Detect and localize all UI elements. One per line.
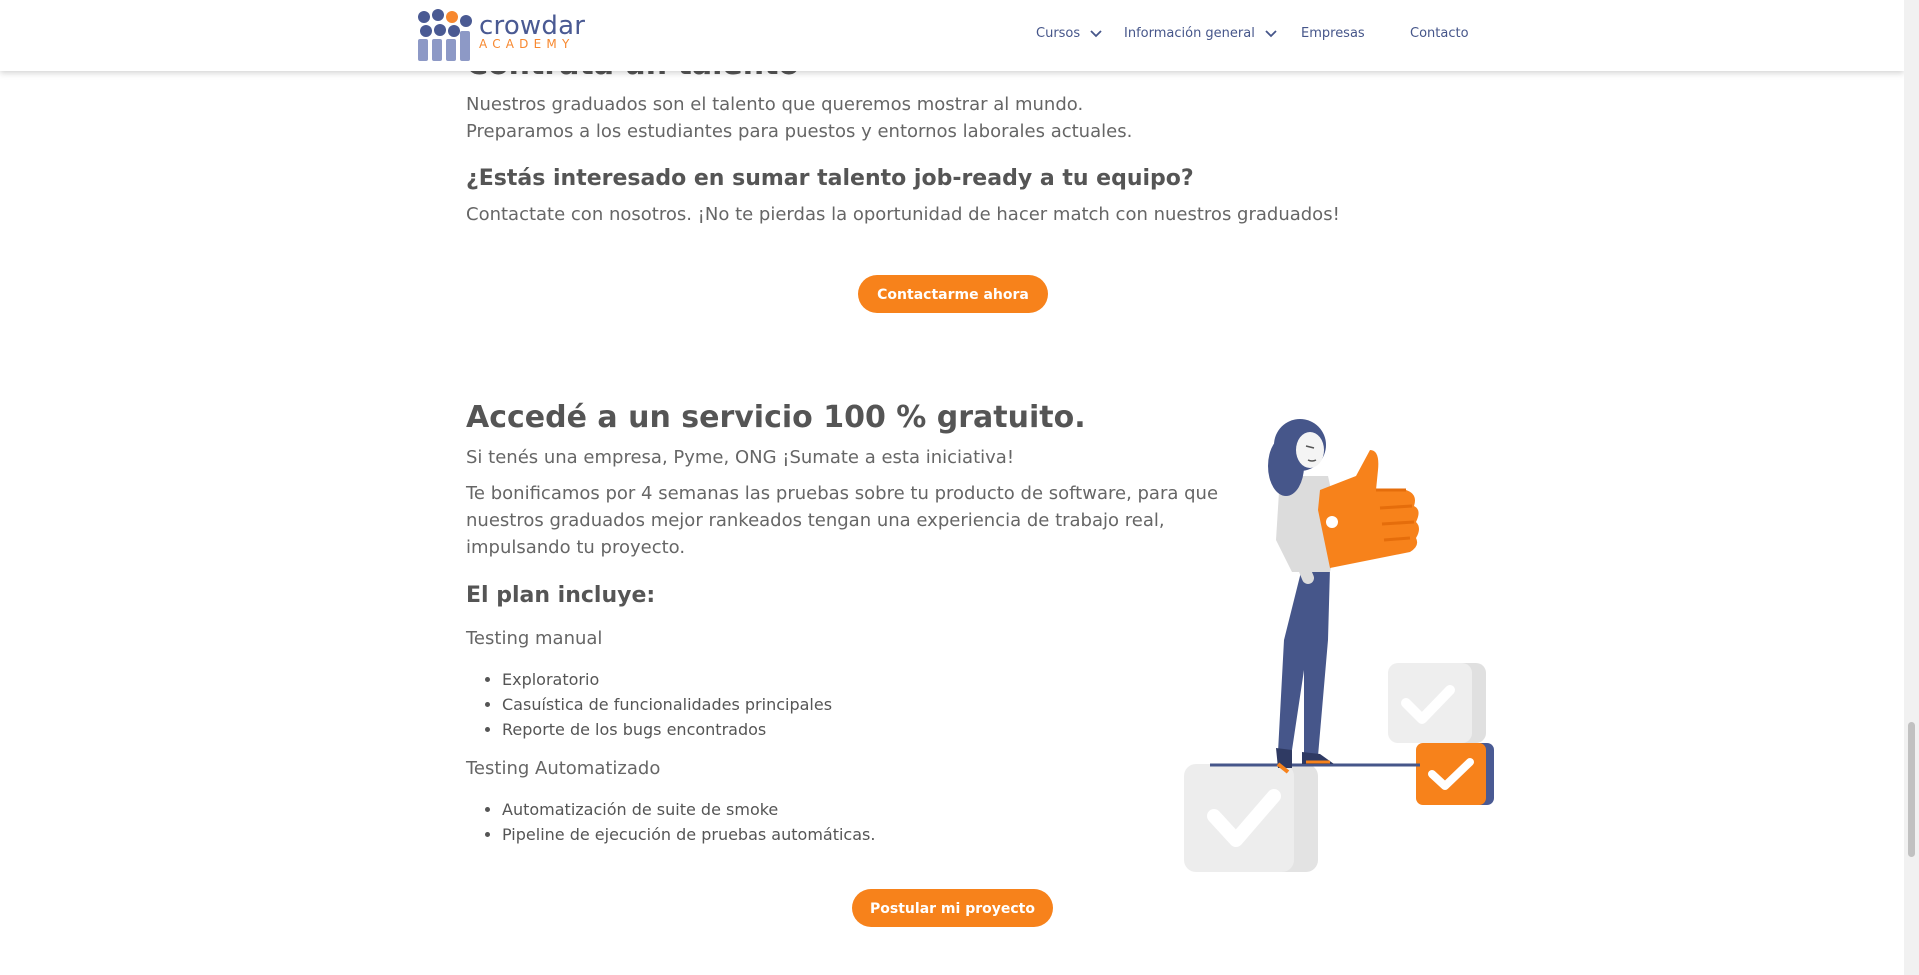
talent-line-1: Nuestros graduados son el talento que qu… bbox=[466, 94, 1084, 115]
nav-label: Contacto bbox=[1410, 26, 1469, 41]
nav-label: Información general bbox=[1124, 26, 1255, 41]
nav-item-informacion-general[interactable]: Información general bbox=[1124, 26, 1277, 41]
logo-people-icon bbox=[418, 9, 472, 61]
nav-label: Cursos bbox=[1036, 26, 1081, 41]
service-title-block: Accedé a un servicio 100 % gratuito. bbox=[466, 400, 1086, 435]
talent-question-block: ¿Estás interesado en sumar talento job-r… bbox=[466, 166, 1194, 191]
site-header: crowdar ACADEMY Cursos Información gener… bbox=[0, 0, 1904, 71]
plan-heading: El plan incluye: bbox=[466, 583, 656, 608]
nav-item-contacto[interactable]: Contacto bbox=[1410, 26, 1469, 41]
service-description: Te bonificamos por 4 semanas las pruebas… bbox=[466, 483, 1219, 558]
manual-list-block: Exploratorio Casuística de funcionalidad… bbox=[466, 667, 832, 742]
list-item: Reporte de los bugs encontrados bbox=[502, 717, 832, 742]
chevron-down-icon bbox=[1265, 29, 1277, 37]
service-description-block: Te bonificamos por 4 semanas las pruebas… bbox=[466, 480, 1226, 561]
list-item: Pipeline de ejecución de pruebas automát… bbox=[502, 822, 875, 847]
chevron-down-icon bbox=[1090, 29, 1102, 37]
nav-label: Empresas bbox=[1301, 26, 1365, 41]
manual-title: Testing manual bbox=[466, 628, 603, 649]
manual-title-block: Testing manual bbox=[466, 625, 602, 652]
manual-list: Exploratorio Casuística de funcionalidad… bbox=[466, 667, 832, 742]
scrollbar-thumb[interactable] bbox=[1908, 722, 1915, 857]
talent-intro: Nuestros graduados son el talento que qu… bbox=[466, 91, 1132, 145]
contact-me-button[interactable]: Contactarme ahora bbox=[858, 275, 1048, 313]
logo-text: crowdar ACADEMY bbox=[479, 12, 585, 50]
apply-project-button[interactable]: Postular mi proyecto bbox=[852, 889, 1053, 927]
logo-name: crowdar bbox=[479, 11, 586, 41]
service-title: Accedé a un servicio 100 % gratuito. bbox=[466, 400, 1086, 435]
service-subtitle: Si tenés una empresa, Pyme, ONG ¡Sumate … bbox=[466, 447, 1015, 468]
logo-sub: ACADEMY bbox=[479, 37, 575, 51]
auto-title-block: Testing Automatizado bbox=[466, 755, 660, 782]
list-item: Exploratorio bbox=[502, 667, 832, 692]
talent-line-2: Preparamos a los estudiantes para puesto… bbox=[466, 121, 1133, 142]
nav-item-cursos[interactable]: Cursos bbox=[1036, 26, 1102, 41]
service-subtitle-block: Si tenés una empresa, Pyme, ONG ¡Sumate … bbox=[466, 444, 1014, 471]
list-item: Casuística de funcionalidades principale… bbox=[502, 692, 832, 717]
talent-cta-block: Contactate con nosotros. ¡No te pierdas … bbox=[466, 201, 1340, 228]
nav-item-empresas[interactable]: Empresas bbox=[1301, 26, 1365, 41]
plan-heading-block: El plan incluye: bbox=[466, 583, 655, 608]
talent-question: ¿Estás interesado en sumar talento job-r… bbox=[466, 166, 1194, 191]
talent-cta-text: Contactate con nosotros. ¡No te pierdas … bbox=[466, 204, 1340, 225]
list-item: Automatización de suite de smoke bbox=[502, 797, 875, 822]
crowdar-logo[interactable]: crowdar ACADEMY bbox=[416, 9, 586, 63]
page: Contratá un talento Nuestros graduados s… bbox=[0, 0, 1904, 975]
auto-list-block: Automatización de suite de smoke Pipelin… bbox=[466, 797, 875, 847]
auto-title: Testing Automatizado bbox=[466, 758, 661, 779]
auto-list: Automatización de suite de smoke Pipelin… bbox=[466, 797, 875, 847]
thumbs-up-illustration bbox=[1184, 419, 1494, 872]
